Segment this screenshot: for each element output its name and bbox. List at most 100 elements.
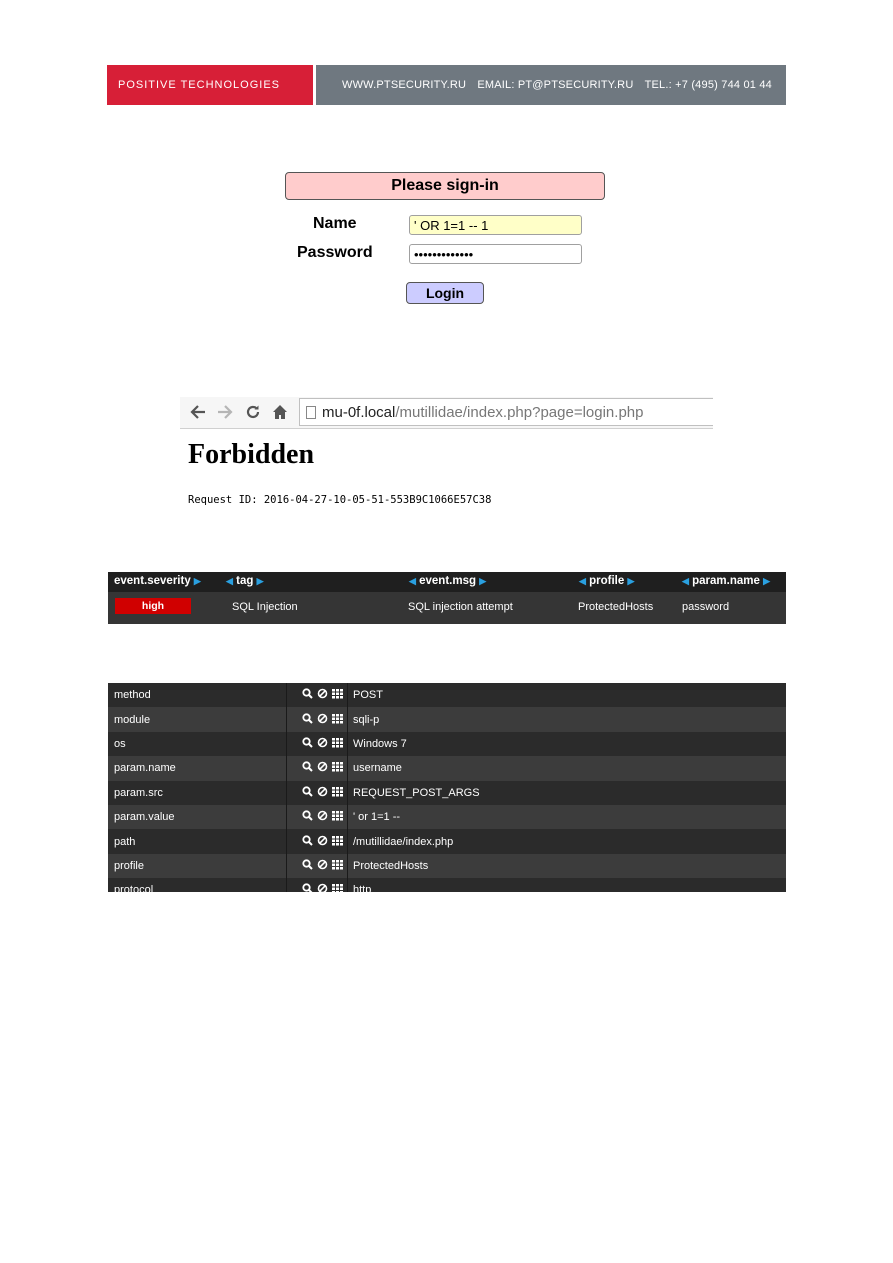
grid-icon[interactable]: [332, 761, 343, 775]
grid-icon[interactable]: [332, 883, 343, 892]
row-actions: [287, 805, 347, 829]
search-icon[interactable]: [302, 761, 313, 775]
login-button[interactable]: Login: [406, 282, 484, 304]
block-icon[interactable]: [317, 786, 328, 800]
grid-icon[interactable]: [332, 859, 343, 873]
field-value: http: [353, 884, 372, 892]
column-header-severity[interactable]: event.severity ▶: [114, 575, 201, 587]
field-value: ' or 1=1 --: [353, 811, 401, 824]
profile-cell: ProtectedHosts: [578, 601, 654, 613]
table-row[interactable]: method POST: [108, 683, 786, 708]
grid-icon[interactable]: [332, 737, 343, 751]
param-name-cell: password: [682, 601, 730, 613]
tag-cell: SQL Injection: [232, 601, 298, 613]
table-row[interactable]: param.name username: [108, 756, 786, 781]
arrow-right-icon[interactable]: ▶: [763, 576, 770, 586]
grid-icon[interactable]: [332, 713, 343, 727]
search-icon[interactable]: [302, 712, 313, 727]
search-icon[interactable]: [302, 859, 313, 873]
arrow-left-icon[interactable]: ◀: [682, 576, 689, 586]
row-actions: [287, 756, 347, 780]
field-name: param.value: [114, 811, 175, 824]
url-path: /mutillidae/index.php?page=login.php: [395, 403, 644, 421]
msg-cell: SQL injection attempt: [408, 601, 513, 613]
field-name: profile: [114, 859, 144, 872]
field-name: path: [114, 835, 136, 848]
field-value: REQUEST_POST_ARGS: [353, 786, 480, 799]
field-value: POST: [353, 689, 383, 702]
password-label: Password: [297, 244, 373, 261]
block-icon[interactable]: [317, 688, 328, 702]
field-value: Windows 7: [353, 737, 407, 750]
table-row[interactable]: profile ProtectedHosts: [108, 853, 786, 879]
event-table: event.severity ▶ ◀ tag ▶ ◀ event.msg ▶ ◀…: [108, 572, 786, 624]
block-icon[interactable]: [317, 883, 328, 892]
row-actions: [287, 829, 347, 853]
password-input[interactable]: [409, 244, 582, 264]
search-icon[interactable]: [302, 737, 313, 751]
search-icon[interactable]: [302, 810, 313, 824]
table-row[interactable]: os Windows 7: [108, 731, 786, 757]
grid-icon[interactable]: [332, 835, 343, 849]
table-row[interactable]: module sqli-p: [108, 707, 786, 732]
forward-arrow-icon[interactable]: [215, 401, 235, 423]
block-icon[interactable]: [317, 810, 328, 824]
search-icon[interactable]: [302, 688, 313, 702]
back-arrow-icon[interactable]: [188, 401, 208, 423]
grid-icon[interactable]: [332, 810, 343, 824]
row-actions: [287, 732, 347, 756]
block-icon[interactable]: [317, 859, 328, 873]
table-row[interactable]: high SQL Injection SQL injection attempt…: [108, 592, 786, 624]
block-icon[interactable]: [317, 835, 328, 849]
column-header-tag[interactable]: ◀ tag ▶: [226, 575, 264, 587]
block-icon[interactable]: [317, 737, 328, 751]
email-link[interactable]: EMAIL: PT@PTSECURITY.RU: [477, 79, 633, 91]
name-input[interactable]: [409, 215, 582, 235]
arrow-left-icon[interactable]: ◀: [409, 576, 416, 586]
severity-badge: high: [115, 598, 191, 614]
grid-icon[interactable]: [332, 688, 343, 702]
table-row[interactable]: protocol http: [108, 878, 786, 892]
brand-name: POSITIVE TECHNOLOGIES: [107, 65, 313, 105]
search-icon[interactable]: [302, 883, 313, 892]
address-bar[interactable]: mu-0f.local/mutillidae/index.php?page=lo…: [299, 398, 713, 426]
block-icon[interactable]: [317, 713, 328, 727]
field-value: sqli-p: [353, 713, 380, 726]
request-id: Request ID: 2016-04-27-10-05-51-553B9C10…: [188, 494, 492, 506]
row-actions: [287, 707, 347, 731]
table-row[interactable]: path/mutillidae/index.php: [108, 829, 786, 854]
field-name: os: [114, 737, 126, 750]
table-row[interactable]: param.src REQUEST_POST_ARGS: [108, 780, 786, 805]
arrow-right-icon[interactable]: ▶: [627, 576, 634, 586]
browser-toolbar: mu-0f.local/mutillidae/index.php?page=lo…: [180, 397, 713, 429]
field-value: username: [353, 762, 402, 775]
column-header-profile[interactable]: ◀ profile ▶: [579, 575, 634, 587]
grid-icon[interactable]: [332, 786, 343, 800]
search-icon[interactable]: [302, 786, 313, 800]
field-name: module: [114, 713, 151, 726]
arrow-right-icon[interactable]: ▶: [194, 576, 201, 586]
field-value: /mutillidae/index.php: [353, 835, 454, 848]
arrow-right-icon[interactable]: ▶: [257, 576, 264, 586]
arrow-left-icon[interactable]: ◀: [579, 576, 586, 586]
search-icon[interactable]: [302, 834, 313, 849]
website-link[interactable]: WWW.PTSECURITY.RU: [342, 79, 466, 91]
arrow-right-icon[interactable]: ▶: [479, 576, 486, 586]
field-name: method: [114, 689, 151, 702]
url-host: mu-0f.local: [322, 403, 396, 421]
reload-icon[interactable]: [243, 401, 263, 423]
signin-header: Please sign-in: [285, 172, 605, 200]
row-actions: [287, 854, 347, 878]
name-label: Name: [313, 215, 357, 232]
arrow-left-icon[interactable]: ◀: [226, 576, 233, 586]
column-header-param-name[interactable]: ◀ param.name ▶: [682, 575, 770, 587]
event-table-header: event.severity ▶ ◀ tag ▶ ◀ event.msg ▶ ◀…: [108, 572, 786, 592]
row-actions: [287, 683, 347, 707]
column-header-msg[interactable]: ◀ event.msg ▶: [409, 575, 486, 587]
field-name: param.src: [114, 786, 163, 799]
home-icon[interactable]: [270, 401, 290, 423]
block-icon[interactable]: [317, 761, 328, 775]
page-icon: [306, 405, 316, 419]
table-row[interactable]: param.value ' or 1=1 --: [108, 804, 786, 830]
field-name: protocol: [114, 884, 154, 892]
